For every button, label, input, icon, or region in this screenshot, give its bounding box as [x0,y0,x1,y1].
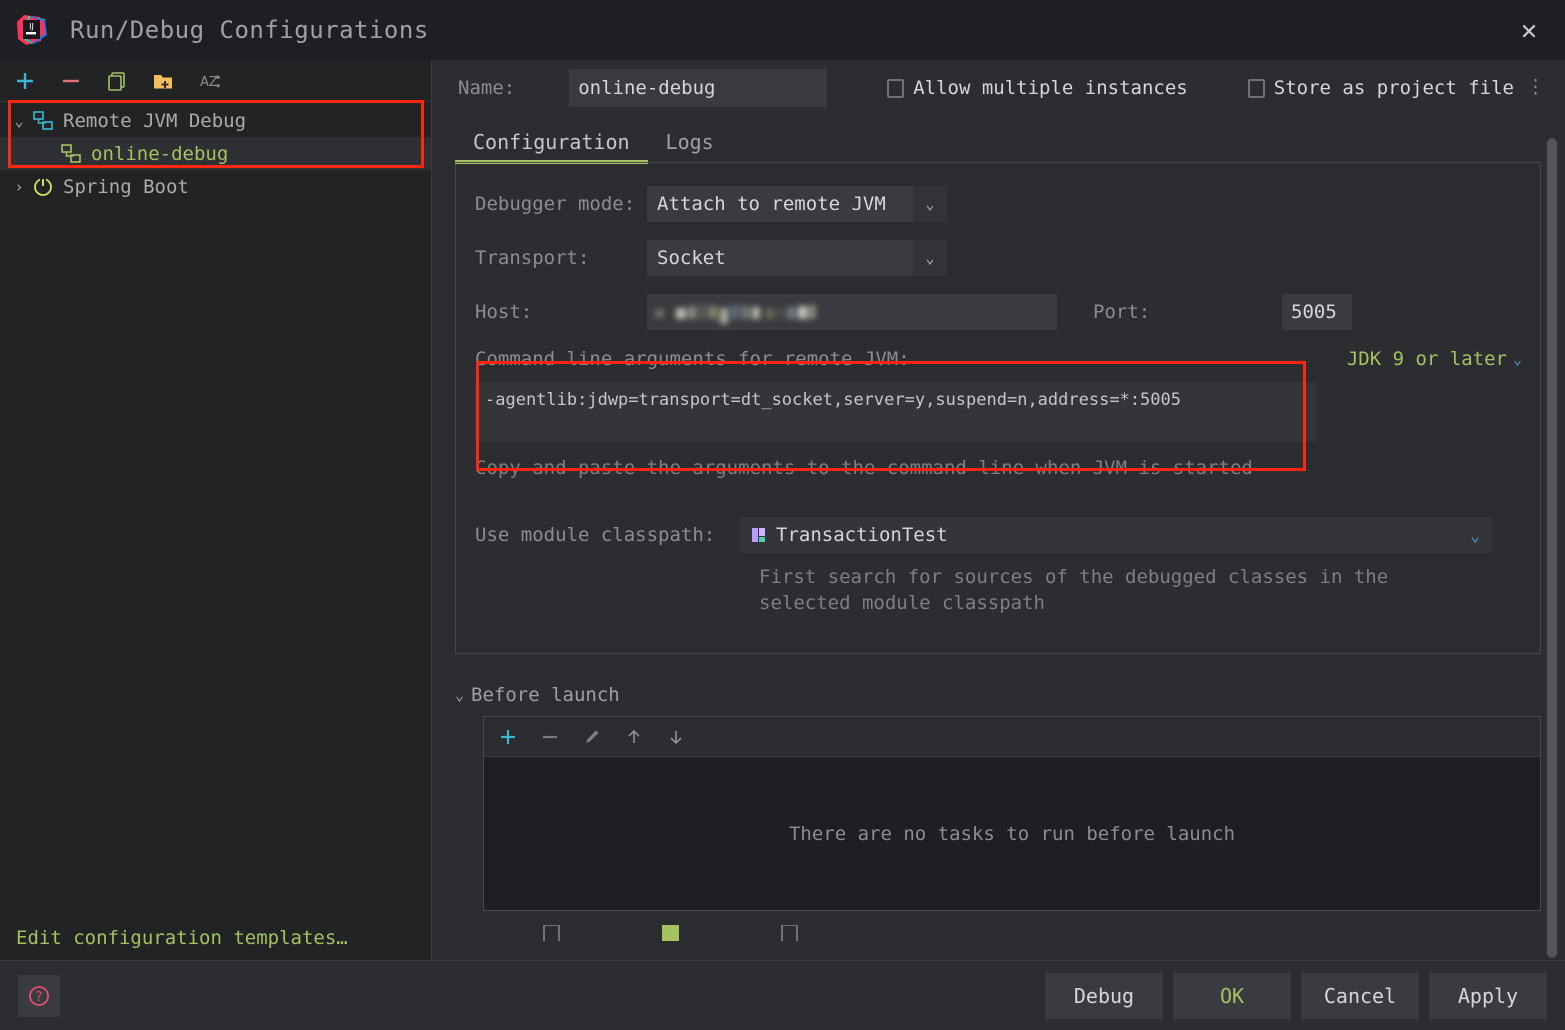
cancel-button[interactable]: Cancel [1301,972,1419,1019]
tree-item-remote-jvm-debug[interactable]: ⌄ Remote JVM Debug [0,104,431,137]
checkbox-box [543,925,560,941]
allow-multiple-instances-label: Allow multiple instances [913,77,1188,99]
module-classpath-select[interactable]: TransactionTest ⌄ [740,517,1492,553]
intellij-idea-logo: IJ [14,13,48,47]
command-line-hint: Copy and paste the arguments to the comm… [475,457,1253,479]
svg-text:IJ: IJ [29,22,34,31]
svg-text:?: ? [36,990,43,1005]
add-task-button[interactable] [496,725,520,749]
chevron-down-icon[interactable]: ⌄ [455,686,464,704]
store-as-project-file-label: Store as project file [1273,77,1514,99]
dialog-title: Run/Debug Configurations [70,16,429,44]
transport-row: Transport: Socket ⌄ [456,240,1540,276]
module-icon [750,526,768,544]
configurations-sidebar: AZ ⌄ Remote JVM Debug online-debug › Spr… [0,60,432,960]
move-task-down-button[interactable] [664,725,688,749]
remote-jvm-icon [30,110,56,132]
dialog-footer: ? Debug OK Cancel Apply [0,960,1565,1030]
tab-configuration[interactable]: Configuration [455,130,648,164]
add-configuration-button[interactable] [10,66,40,96]
command-line-arguments-field[interactable]: -agentlib:jdwp=transport=dt_socket,serve… [475,382,1316,442]
module-classpath-value: TransactionTest [776,524,948,546]
jdk-version-select[interactable]: JDK 9 or later ⌄ [1347,348,1522,370]
tree-item-label: Spring Boot [63,175,189,198]
svg-text:AZ: AZ [200,75,218,90]
show-this-page-checkbox[interactable] [543,925,560,941]
configuration-card: Debugger mode: Attach to remote JVM ⌄ Tr… [455,164,1541,654]
copy-configuration-button[interactable] [102,66,132,96]
close-icon[interactable]: ✕ [1511,12,1547,48]
checkbox-box [781,925,798,941]
name-label: Name: [458,77,516,99]
before-launch-header[interactable]: ⌄ Before launch [455,684,1565,706]
apply-button[interactable]: Apply [1429,972,1547,1019]
port-input[interactable] [1282,294,1352,330]
edit-task-button[interactable] [580,725,604,749]
sidebar-toolbar: AZ [0,60,431,102]
activate-tool-window-checkbox[interactable] [662,925,679,941]
port-label: Port: [1093,301,1151,323]
help-icon[interactable]: ? [18,974,60,1017]
tree-item-spring-boot[interactable]: › Spring Boot [0,170,431,203]
host-label: Host: [475,301,533,323]
command-line-label: Command line arguments for remote JVM: [475,348,910,370]
redacted-host-value [653,302,817,324]
spring-boot-icon [30,176,56,198]
debugger-mode-select[interactable]: Attach to remote JVM ⌄ [647,186,947,222]
form-scrollbar[interactable] [1547,138,1557,958]
debugger-mode-label: Debugger mode: [475,193,636,215]
focus-tool-window-checkbox[interactable] [781,925,798,941]
module-classpath-label: Use module classpath: [475,524,716,546]
more-options-icon[interactable]: ⋮ [1526,77,1545,97]
remote-jvm-icon [58,143,84,165]
remove-task-button[interactable] [538,725,562,749]
footer-buttons: Debug OK Cancel Apply [1045,972,1547,1019]
name-row: Name: Allow multiple instances Store as … [433,60,1565,116]
before-launch-panel: There are no tasks to run before launch [483,716,1541,911]
store-as-project-file-checkbox[interactable]: Store as project file [1247,77,1514,99]
host-input[interactable] [647,294,1057,330]
chevron-down-icon[interactable]: ⌄ [913,240,947,276]
name-input[interactable] [569,69,828,107]
chevron-down-icon[interactable]: ⌄ [1470,526,1480,545]
allow-multiple-instances-checkbox[interactable]: Allow multiple instances [887,77,1188,99]
chevron-right-icon[interactable]: › [8,178,30,196]
debugger-mode-row: Debugger mode: Attach to remote JVM ⌄ [456,186,1540,222]
tree-item-label: Remote JVM Debug [63,109,247,132]
tree-item-online-debug[interactable]: online-debug [0,137,431,170]
debug-button[interactable]: Debug [1045,972,1163,1019]
configuration-form-panel: Name: Allow multiple instances Store as … [433,60,1565,960]
checkbox-box [887,78,905,98]
remove-configuration-button[interactable] [56,66,86,96]
title-bar: IJ Run/Debug Configurations ✕ [0,0,1565,60]
transport-value: Socket [657,247,726,269]
tree-item-label: online-debug [91,142,229,165]
transport-select[interactable]: Socket ⌄ [647,240,947,276]
configurations-tree: ⌄ Remote JVM Debug online-debug › Spring… [0,102,431,203]
transport-label: Transport: [475,247,590,269]
run-debug-configurations-dialog: IJ Run/Debug Configurations ✕ AZ ⌄ Remot… [0,0,1565,1030]
edit-configuration-templates-link[interactable]: Edit configuration templates… [0,916,431,960]
sort-configurations-button[interactable]: AZ [194,66,224,96]
checkbox-box [662,925,679,941]
module-classpath-hint: First search for sources of the debugged… [759,566,1389,614]
debugger-mode-value: Attach to remote JVM [657,193,886,215]
form-tabs: Configuration Logs [433,116,1565,164]
command-line-section: Command line arguments for remote JVM: J… [456,348,1540,479]
module-classpath-row: Use module classpath: TransactionTest ⌄ [456,517,1540,553]
bottom-checkbox-row-clipped [483,925,1565,941]
chevron-down-icon[interactable]: ⌄ [913,186,947,222]
host-port-row: Host: Port: 5005 [456,294,1540,330]
ok-button[interactable]: OK [1173,972,1291,1019]
tab-logs[interactable]: Logs [648,130,732,164]
chevron-down-icon[interactable]: ⌄ [8,112,30,130]
before-launch-empty-message: There are no tasks to run before launch [788,822,1236,845]
new-folder-button[interactable] [148,66,178,96]
move-task-up-button[interactable] [622,725,646,749]
before-launch-toolbar [484,717,1540,757]
jdk-version-value: JDK 9 or later [1346,348,1507,370]
chevron-down-icon[interactable]: ⌄ [1513,350,1522,368]
checkbox-box [1247,78,1265,98]
before-launch-title: Before launch [471,684,620,706]
